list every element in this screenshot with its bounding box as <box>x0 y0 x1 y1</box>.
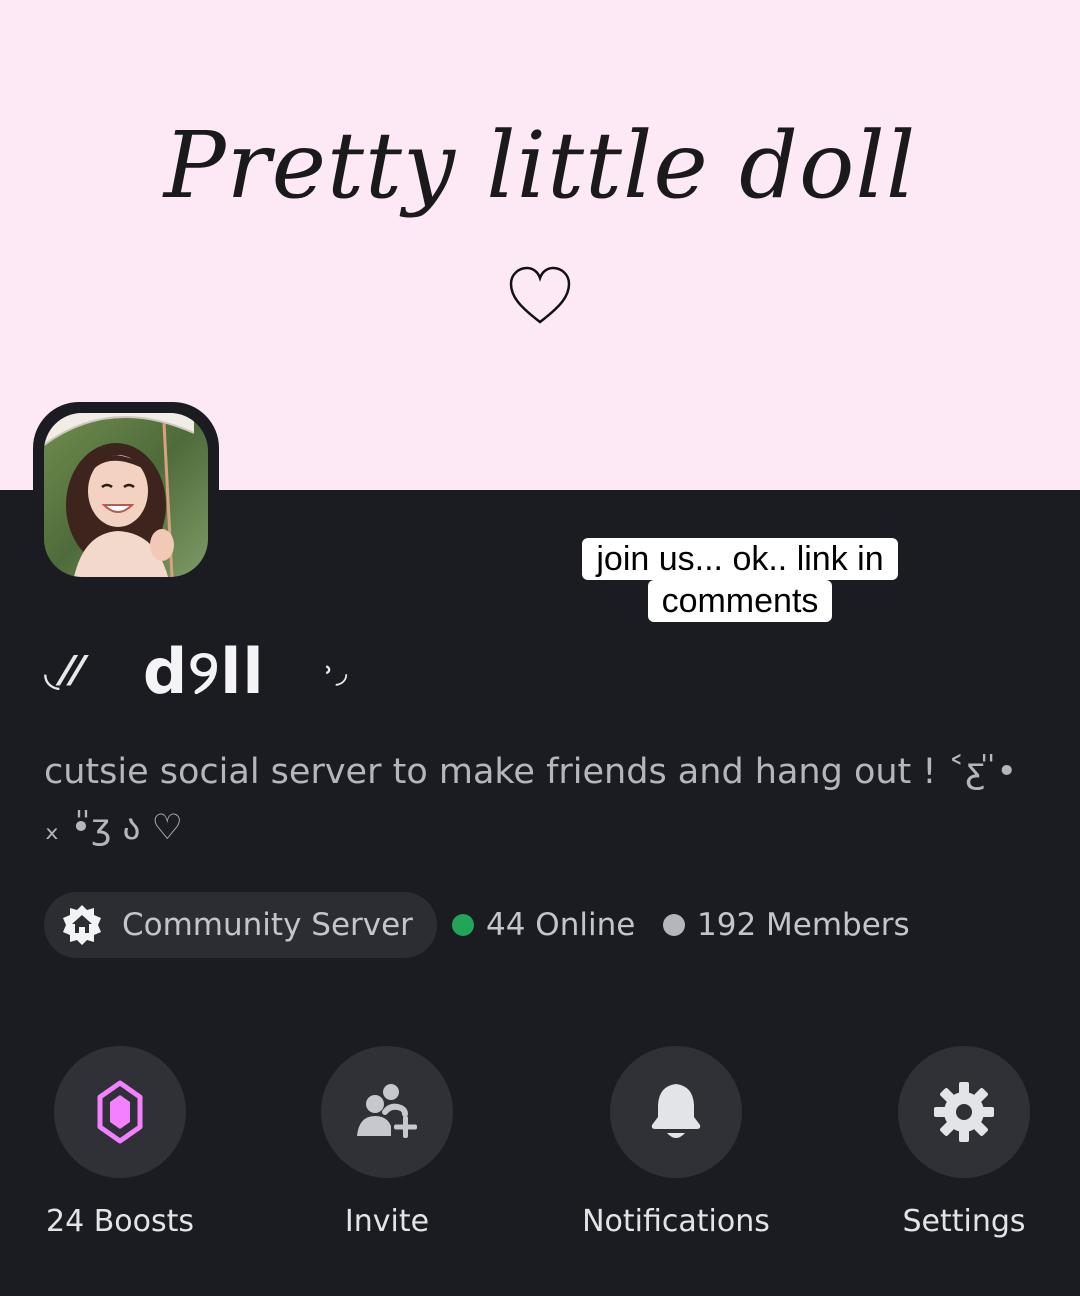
name-decoration-right: ˒◞ <box>322 654 350 690</box>
invite-label: Invite <box>344 1204 430 1239</box>
caption-line-2: comments <box>647 580 833 622</box>
boost-gem-icon <box>97 1080 143 1144</box>
heart-icon <box>509 266 571 324</box>
server-icon[interactable] <box>44 413 208 577</box>
boosts-button[interactable]: 24 Boosts <box>10 1046 230 1239</box>
member-count: 192 Members <box>663 900 910 950</box>
member-count-label: 192 Members <box>697 907 910 943</box>
community-server-badge[interactable]: Community Server <box>44 892 437 958</box>
server-description: cutsie social server to make friends and… <box>44 752 1018 848</box>
notifications-label: Notifications <box>582 1204 770 1239</box>
members-status-dot <box>663 914 685 936</box>
add-friend-icon <box>357 1084 417 1138</box>
invite-button[interactable]: Invite <box>277 1046 497 1239</box>
server-name-row: ◟⁄⁄ d୨ll ˒◞ <box>44 632 349 712</box>
online-count-label: 44 Online <box>486 907 636 943</box>
caption-line-1: join us... ok.. link in <box>582 538 898 580</box>
home-icon <box>63 905 101 945</box>
name-decoration-left: ◟⁄⁄ <box>44 649 85 695</box>
notifications-button-circle[interactable] <box>610 1046 742 1178</box>
server-name: d୨ll <box>142 635 265 708</box>
notifications-button[interactable]: Notifications <box>566 1046 786 1239</box>
settings-button-circle[interactable] <box>898 1046 1030 1178</box>
server-icon-photo <box>44 413 208 577</box>
bell-icon <box>651 1084 701 1138</box>
gear-icon <box>934 1082 994 1142</box>
boosts-button-circle[interactable] <box>54 1046 186 1178</box>
banner-title: Pretty little doll <box>163 112 917 219</box>
community-server-label: Community Server <box>122 907 413 943</box>
online-count: 44 Online <box>452 900 635 950</box>
settings-button[interactable]: Settings <box>854 1046 1074 1239</box>
settings-label: Settings <box>902 1204 1026 1239</box>
caption-overlay: join us... ok.. link in comments <box>560 538 920 622</box>
invite-button-circle[interactable] <box>321 1046 453 1178</box>
online-status-dot <box>452 914 474 936</box>
boosts-label: 24 Boosts <box>45 1204 195 1239</box>
